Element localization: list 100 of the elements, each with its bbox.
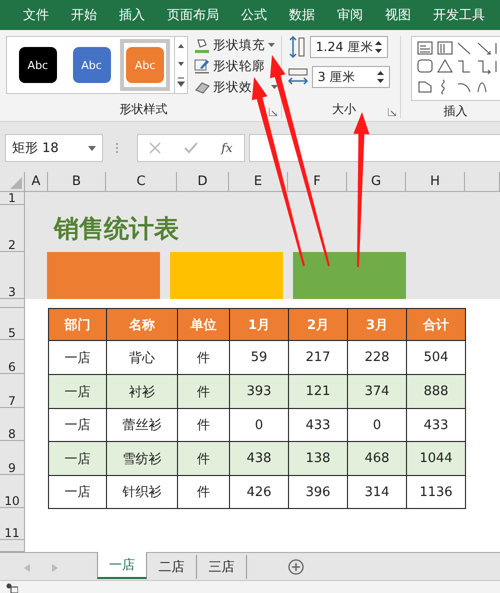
table-cell: 433	[406, 408, 466, 442]
menu-tab[interactable]: 数据	[278, 6, 326, 24]
shape-format-button[interactable]: 形状轮廓	[194, 57, 265, 75]
table-cell: 背心	[106, 340, 178, 374]
row-header[interactable]: 1	[0, 192, 25, 205]
style-option[interactable]: Abc	[66, 39, 116, 91]
table-cell: 121	[288, 374, 348, 408]
table-cell: 1044	[406, 442, 466, 476]
table-cell: 一店	[48, 408, 106, 442]
column-heading: 部门	[48, 308, 106, 340]
table-cell: 438	[230, 442, 288, 476]
sheet-title: 销售统计表	[54, 213, 179, 245]
column-heading: 单位	[178, 308, 230, 340]
column-header[interactable]: F	[288, 172, 347, 192]
table-cell: 374	[348, 374, 406, 408]
menu-tab[interactable]: 插入	[108, 6, 156, 24]
style-swatch: Abc	[72, 47, 110, 83]
table-cell: 一店	[48, 476, 106, 508]
menu-tab[interactable]: 审阅	[326, 6, 374, 24]
group-label: 插入	[444, 103, 468, 120]
macro-record-icon[interactable]	[6, 583, 18, 593]
table-cell: 蕾丝衫	[106, 408, 178, 442]
menu-tab[interactable]: 开始	[60, 6, 108, 24]
column-header[interactable]	[465, 172, 500, 192]
sheet-tab[interactable]: 一店	[97, 552, 147, 579]
caret-icon	[268, 43, 275, 47]
row-header[interactable]: 9	[0, 441, 25, 475]
check-icon[interactable]	[184, 142, 198, 154]
column-heading: 3月	[348, 308, 406, 340]
row-header[interactable]: 10	[0, 475, 25, 508]
row-header[interactable]: 5	[0, 308, 25, 340]
size-spinner[interactable]: 3 厘米	[312, 66, 390, 88]
column-header[interactable]: B	[48, 172, 106, 192]
table-cell: 衬衫	[106, 374, 178, 408]
rectangle-shape[interactable]	[47, 252, 160, 299]
row-header[interactable]: 3	[0, 252, 25, 299]
column-header[interactable]: E	[229, 172, 288, 192]
caret-icon	[271, 85, 278, 89]
menu-tab[interactable]: 视图	[374, 6, 422, 24]
insert-function-button[interactable]: fx	[221, 141, 233, 155]
table-cell: 314	[348, 476, 406, 508]
row-header[interactable]: 2	[0, 205, 25, 252]
table-cell: 426	[230, 476, 288, 508]
pencil-icon	[194, 58, 210, 74]
table-cell: 504	[406, 340, 466, 374]
rectangle-shape[interactable]	[293, 252, 406, 299]
shape-format-button[interactable]: 形状效	[194, 78, 278, 96]
table-cell: 件	[178, 408, 230, 442]
column-header[interactable]: D	[177, 172, 229, 192]
height-icon	[288, 36, 306, 58]
table-cell: 393	[230, 374, 288, 408]
table-cell: 138	[288, 442, 348, 476]
table-cell: 雪纺衫	[106, 442, 178, 476]
group-label: 大小	[332, 100, 356, 118]
column-heading: 名称	[106, 308, 178, 340]
column-header[interactable]: H	[406, 172, 465, 192]
table-cell: 59	[230, 340, 288, 374]
column-header[interactable]: A	[25, 172, 48, 192]
column-header[interactable]: C	[106, 172, 177, 192]
table-cell: 一店	[48, 374, 106, 408]
row-header[interactable]: 8	[0, 408, 25, 441]
style-option[interactable]: Abc	[13, 39, 63, 91]
menu-tab[interactable]: 页面布局	[156, 6, 230, 24]
row-header[interactable]	[0, 299, 25, 308]
row-header[interactable]: 7	[0, 374, 25, 408]
table-cell: 888	[406, 374, 466, 408]
column-header[interactable]: G	[347, 172, 406, 192]
sheet-tab[interactable]: 二店	[147, 555, 197, 579]
add-sheet-icon[interactable]	[288, 559, 304, 575]
name-box[interactable]: 矩形 18	[5, 134, 103, 162]
drag-handle-icon[interactable]	[115, 142, 119, 154]
table-cell: 件	[178, 340, 230, 374]
row-header[interactable]: 6	[0, 340, 25, 374]
sheet-tab[interactable]: 三店	[197, 555, 247, 579]
rectangle-shape[interactable]	[170, 252, 283, 299]
table-cell: 件	[178, 374, 230, 408]
table-cell: 396	[288, 476, 348, 508]
row-header[interactable]	[0, 540, 25, 552]
style-swatch: Abc	[18, 47, 57, 83]
table-cell: 件	[178, 442, 230, 476]
table-cell: 件	[178, 476, 230, 508]
width-icon	[288, 67, 308, 87]
style-swatch: Abc	[126, 47, 164, 83]
cancel-icon[interactable]	[149, 142, 162, 154]
menu-tab[interactable]: 开发工具	[422, 6, 496, 24]
shape-format-button[interactable]: 形状填充	[194, 36, 275, 54]
select-all-icon[interactable]	[10, 177, 22, 189]
dialog-launcher-icon[interactable]	[388, 108, 396, 116]
formula-input[interactable]	[249, 134, 500, 162]
row-header[interactable]: 11	[0, 508, 25, 540]
scroll-left-icon[interactable]	[24, 564, 30, 572]
table-cell: 433	[288, 408, 348, 442]
table-cell: 一店	[48, 340, 106, 374]
paint-bucket-icon	[194, 37, 210, 53]
size-spinner[interactable]: 1.24 厘米	[310, 36, 388, 58]
menu-tab[interactable]: 文件	[12, 6, 60, 24]
menu-tab[interactable]: 公式	[230, 6, 278, 24]
table-cell: 217	[288, 340, 348, 374]
scroll-right-icon[interactable]	[52, 564, 58, 572]
dialog-launcher-icon[interactable]	[268, 108, 277, 116]
